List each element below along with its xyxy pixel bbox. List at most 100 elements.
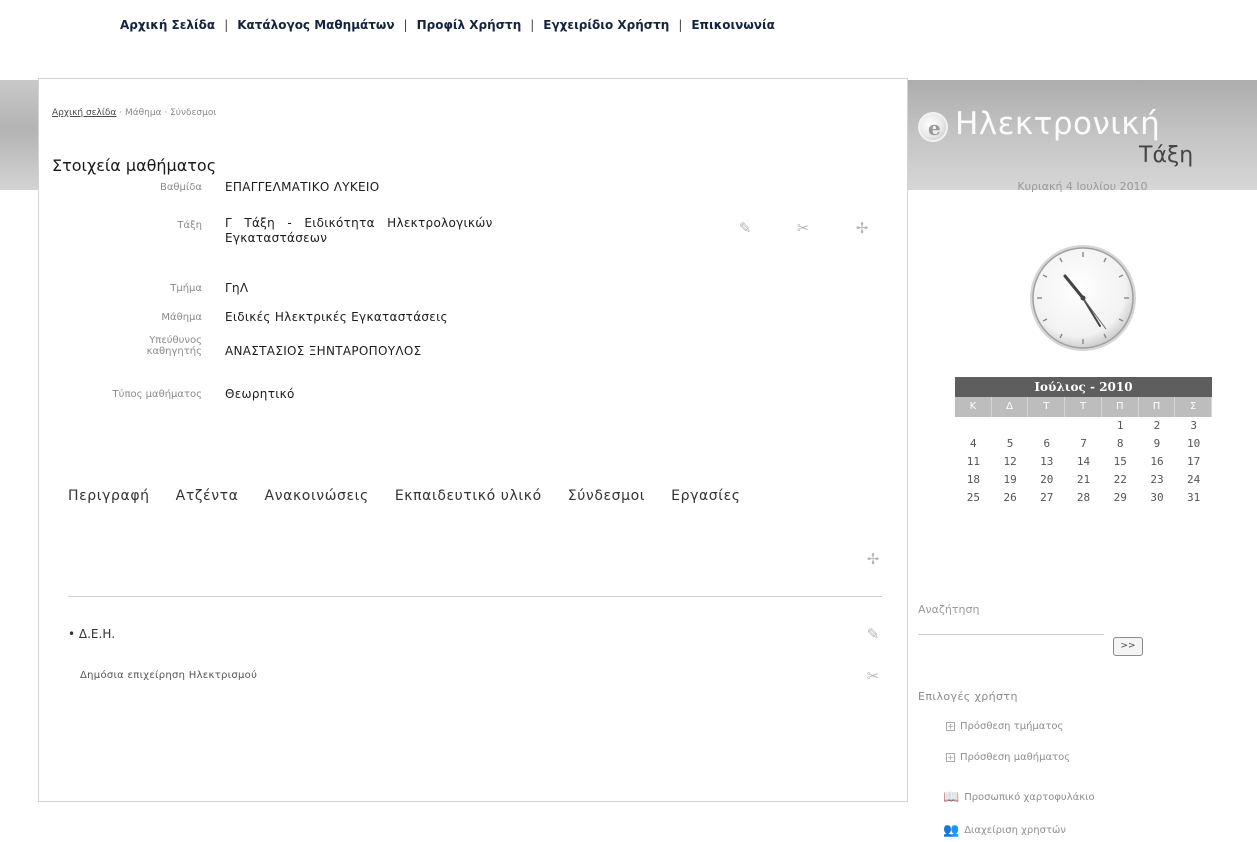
calendar-day[interactable]: 5 <box>992 435 1029 453</box>
breadcrumb: Αρχική σελίδα · Μάθημα · Σύνδεσμοι <box>52 108 216 118</box>
page-title: Στοιχεία μαθήματος <box>52 156 217 175</box>
calendar-day[interactable]: 6 <box>1028 435 1065 453</box>
add-course-link[interactable]: + Πρόσθεση μαθήματος <box>946 752 1070 763</box>
breadcrumb-home-link[interactable]: Αρχική σελίδα <box>52 108 116 118</box>
calendar-month-title: Ιούλιος - 2010 <box>955 377 1212 397</box>
personal-portfolio-label: Προσωπικό χαρτοφυλάκιο <box>964 792 1095 803</box>
calendar-day[interactable] <box>1065 417 1102 435</box>
calendar-week: 25 26 27 28 29 30 31 <box>955 489 1212 507</box>
calendar-day[interactable]: 13 <box>1028 453 1065 471</box>
weekday-label: Τ <box>1028 397 1066 417</box>
calendar-day[interactable]: 4 <box>955 435 992 453</box>
tab-agenda[interactable]: Ατζέντα <box>176 488 239 504</box>
calendar-day[interactable]: 12 <box>992 453 1029 471</box>
teacher-label: Υπεύθυνος καθηγητής <box>82 335 202 357</box>
tab-description[interactable]: Περιγραφή <box>68 488 150 504</box>
calendar-day[interactable]: 15 <box>1102 453 1139 471</box>
personal-portfolio-link[interactable]: 📖 Προσωπικό χαρτοφυλάκιο <box>943 790 1095 805</box>
calendar-day[interactable]: 27 <box>1028 489 1065 507</box>
weekday-label: Π <box>1139 397 1176 417</box>
calendar-day[interactable]: 11 <box>955 453 992 471</box>
subject-value: Ειδικές Ηλεκτρικές Εγκαταστάσεις <box>225 310 448 324</box>
tab-announcements[interactable]: Ανακοινώσεις <box>265 488 369 504</box>
calendar-day[interactable]: 28 <box>1065 489 1102 507</box>
add-link-icon[interactable]: ✢ <box>863 549 883 569</box>
calendar-day[interactable]: 7 <box>1065 435 1102 453</box>
calendar-day[interactable]: 8 <box>1102 435 1139 453</box>
edit-course-icon[interactable]: ✎ <box>735 218 755 238</box>
class-value: Γ Τάξη - Ειδικότητα Ηλεκτρολογικών <box>225 216 493 230</box>
calendar-day[interactable] <box>1028 417 1065 435</box>
teacher-value: ΑΝΑΣΤΑΣΙΟΣ ΞΗΝΤΑΡΟΠΟΥΛΟΣ <box>225 344 422 358</box>
class-label: Τάξη <box>177 220 202 231</box>
calendar-day[interactable]: 3 <box>1175 417 1212 435</box>
calendar-day[interactable]: 2 <box>1139 417 1176 435</box>
weekday-label: Δ <box>992 397 1029 417</box>
subject-label: Μάθημα <box>161 312 202 323</box>
calendar-day[interactable]: 16 <box>1139 453 1176 471</box>
calendar-day[interactable]: 31 <box>1175 489 1212 507</box>
current-date: Κυριακή 4 Ιουλίου 2010 <box>1017 180 1148 193</box>
calendar-day[interactable]: 1 <box>1102 417 1139 435</box>
breadcrumb-trail: · Μάθημα · Σύνδεσμοι <box>116 108 217 118</box>
weekday-label: Π <box>1102 397 1139 417</box>
calendar-week: 11 12 13 14 15 16 17 <box>955 453 1212 471</box>
tab-educational-material[interactable]: Εκπαιδευτικό υλικό <box>395 488 542 504</box>
calendar-weekday-header: Κ Δ Τ Τ Π Π Σ <box>955 397 1213 417</box>
e-logo-icon: e <box>918 112 948 142</box>
nav-home[interactable]: Αρχική Σελίδα <box>120 18 215 32</box>
plus-box-icon: + <box>946 722 955 731</box>
weekday-label: Τ <box>1065 397 1102 417</box>
nav-user-profile[interactable]: Προφίλ Χρήστη <box>417 18 522 32</box>
course-type-label: Τύπος μαθήματος <box>112 389 202 400</box>
calendar-day[interactable]: 18 <box>955 471 992 489</box>
calendar: Ιούλιος - 2010 Κ Δ Τ Τ Π Π Σ 1 2 3 4 5 6… <box>955 377 1213 507</box>
calendar-day[interactable]: 17 <box>1175 453 1212 471</box>
add-course-icon[interactable]: ✢ <box>852 218 872 238</box>
delete-course-icon[interactable]: ✂ <box>793 218 813 238</box>
class-value-line2: Εγκαταστάσεων <box>225 231 328 245</box>
brand-subtitle: Τάξη <box>1139 143 1194 168</box>
weekday-label: Κ <box>955 397 992 417</box>
calendar-day[interactable]: 21 <box>1065 471 1102 489</box>
calendar-day[interactable]: 29 <box>1102 489 1139 507</box>
tab-assignments[interactable]: Εργασίες <box>671 488 740 504</box>
calendar-day[interactable]: 19 <box>992 471 1029 489</box>
search-button[interactable]: >> <box>1113 637 1143 656</box>
user-options-title: Επιλογές χρήστη <box>918 690 1018 703</box>
calendar-day[interactable]: 25 <box>955 489 992 507</box>
calendar-day[interactable] <box>992 417 1029 435</box>
calendar-day[interactable]: 20 <box>1028 471 1065 489</box>
link-title[interactable]: • Δ.Ε.Η. <box>68 627 115 641</box>
calendar-day[interactable] <box>955 417 992 435</box>
calendar-day[interactable]: 30 <box>1139 489 1176 507</box>
divider <box>68 596 882 597</box>
calendar-day[interactable]: 24 <box>1175 471 1212 489</box>
calendar-day[interactable]: 23 <box>1139 471 1176 489</box>
edit-link-icon[interactable]: ✎ <box>863 624 883 644</box>
tab-links[interactable]: Σύνδεσμοι <box>568 488 645 504</box>
nav-course-catalog[interactable]: Κατάλογος Μαθημάτων <box>237 18 394 32</box>
nav-separator: | <box>678 18 683 32</box>
calendar-day[interactable]: 22 <box>1102 471 1139 489</box>
nav-user-manual[interactable]: Εγχειρίδιο Χρήστη <box>543 18 669 32</box>
top-navigation: Αρχική Σελίδα | Κατάλογος Μαθημάτων | Πρ… <box>120 14 775 36</box>
delete-link-icon[interactable]: ✂ <box>863 666 883 686</box>
user-management-label: Διαχείριση χρηστών <box>964 825 1066 836</box>
calendar-day[interactable]: 10 <box>1175 435 1212 453</box>
users-icon: 👥 <box>943 823 960 838</box>
calendar-day[interactable]: 26 <box>992 489 1029 507</box>
course-type-value: Θεωρητικό <box>225 387 295 401</box>
add-section-link[interactable]: + Πρόσθεση τμήματος <box>946 721 1063 732</box>
nav-contact[interactable]: Επικοινωνία <box>691 18 775 32</box>
add-section-label: Πρόσθεση τμήματος <box>960 721 1064 732</box>
user-management-link[interactable]: 👥 Διαχείριση χρηστών <box>943 823 1066 838</box>
calendar-day[interactable]: 14 <box>1065 453 1102 471</box>
teacher-label-line1: Υπεύθυνος <box>149 335 202 346</box>
nav-separator: | <box>530 18 535 32</box>
search-label: Αναζήτηση <box>918 603 980 616</box>
calendar-day[interactable]: 9 <box>1139 435 1176 453</box>
teacher-label-line2: καθηγητής <box>146 346 202 357</box>
level-value: ΕΠΑΓΓΕΛΜΑΤΙΚΟ ΛΥΚΕΙΟ <box>225 180 380 194</box>
search-input[interactable] <box>918 634 1104 654</box>
